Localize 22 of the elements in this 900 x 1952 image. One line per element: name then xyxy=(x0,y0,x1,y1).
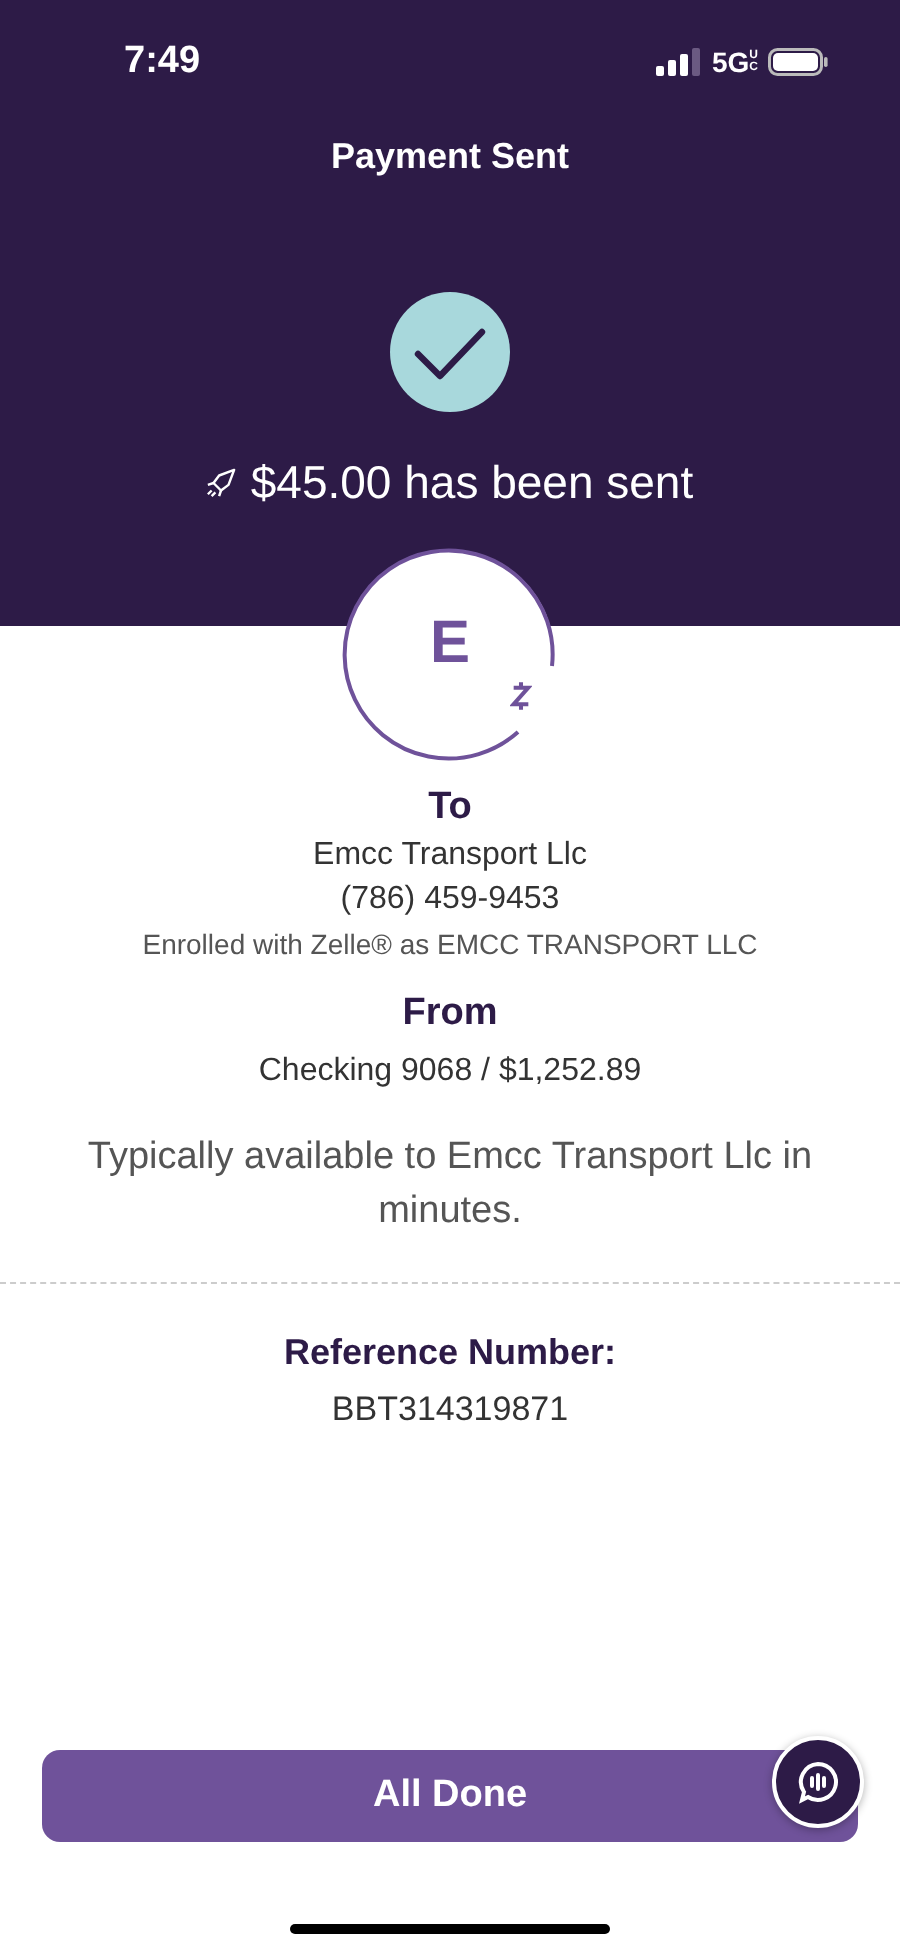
screen-title: Payment Sent xyxy=(330,136,570,178)
reference-label: Reference Number: xyxy=(283,1332,617,1374)
section-label: To xyxy=(428,786,472,830)
all-done-button[interactable]: All Done xyxy=(42,1750,858,1842)
amount-message: $45.00 has been sent xyxy=(250,456,694,510)
checkmark-icon xyxy=(390,292,510,412)
availability-text: Typically available to Emcc Transport Llc in minutes. xyxy=(85,1134,815,1236)
enrollment-text: Enrolled with Zelle® as EMCC TRANSPORT LLC xyxy=(142,928,758,960)
reference-number: BBT314319871 xyxy=(331,1390,569,1430)
status-time: 7:49 xyxy=(124,40,201,84)
network-label: 5G xyxy=(711,46,750,78)
chat-button[interactable] xyxy=(772,1736,864,1828)
recipient-phone: (786) 459-9453 xyxy=(340,882,560,918)
section-label: From xyxy=(402,992,498,1036)
battery-icon xyxy=(768,48,828,76)
badge-icon xyxy=(510,680,532,710)
chat-icon xyxy=(794,1758,842,1806)
signal-icon xyxy=(655,48,700,76)
rocket-icon xyxy=(206,468,237,498)
recipient-name: Emcc Transport Llc xyxy=(313,838,587,874)
avatar-initial: E xyxy=(429,610,470,678)
account-text: Checking 9068 / $1,252.89 xyxy=(258,1054,642,1090)
